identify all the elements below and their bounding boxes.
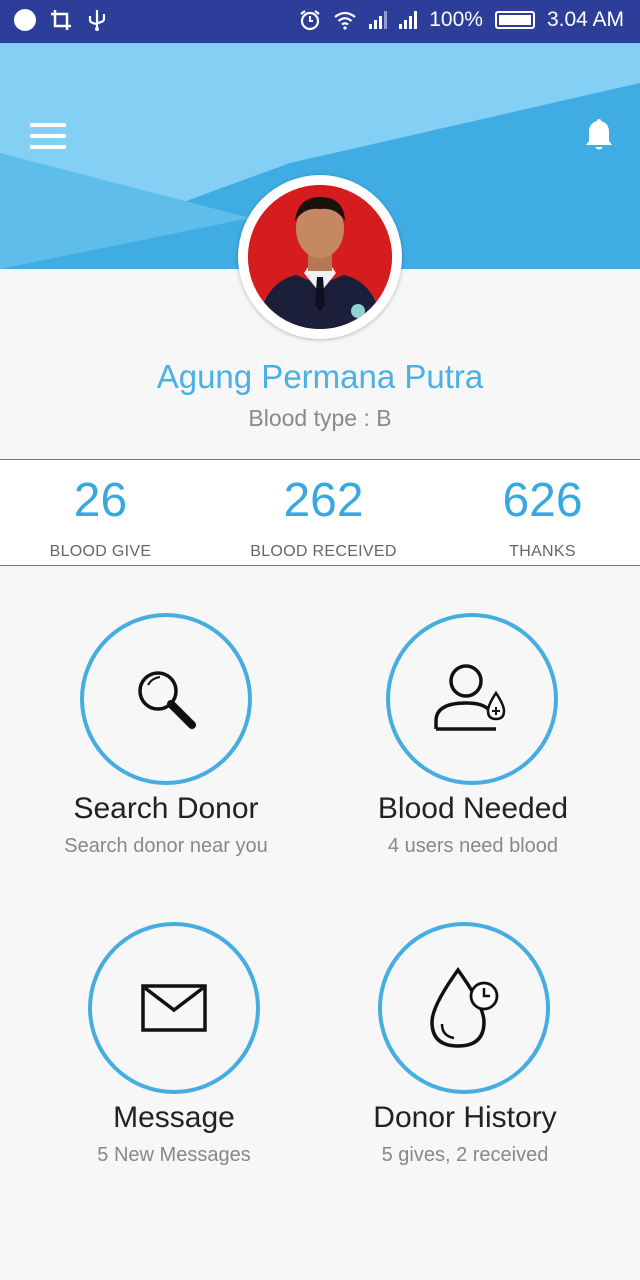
- stat-label: BLOOD GIVE: [49, 543, 152, 560]
- menu-title: Blood Needed: [377, 792, 569, 825]
- message-button[interactable]: [88, 922, 260, 1094]
- crop-icon: [51, 10, 71, 30]
- menu-subtitle: 4 users need blood: [387, 835, 559, 857]
- menu-subtitle: 5 gives, 2 received: [381, 1144, 549, 1166]
- blood-drop-clock-icon: [430, 967, 499, 1048]
- menu-title: Message: [113, 1101, 235, 1134]
- hamburger-menu-icon[interactable]: [30, 123, 66, 149]
- usb-icon: [88, 10, 106, 31]
- avatar[interactable]: [238, 175, 402, 339]
- wifi-icon: [334, 11, 356, 30]
- clock: 3.04 AM: [546, 8, 624, 31]
- blood-needed-button[interactable]: [386, 613, 558, 785]
- stat-label: THANKS: [509, 543, 576, 560]
- alarm-icon: [300, 10, 320, 31]
- menu-subtitle: Search donor near you: [64, 835, 268, 857]
- donor-history-button[interactable]: [378, 922, 550, 1094]
- stat-value: 26: [73, 474, 128, 527]
- notification-dot-icon: [14, 9, 36, 31]
- blood-type: Blood type : B: [248, 405, 392, 431]
- search-donor-button[interactable]: [80, 613, 252, 785]
- profile-photo: [248, 185, 392, 329]
- battery-icon: [494, 11, 535, 29]
- stats-panel: 26 BLOOD GIVE 262 BLOOD RECEIVED 626 THA…: [0, 459, 640, 566]
- signal-icon: [369, 11, 388, 29]
- menu-title: Donor History: [373, 1101, 557, 1134]
- stat-value: 262: [283, 474, 364, 527]
- menu-subtitle: 5 New Messages: [97, 1144, 251, 1166]
- menu-title: Search Donor: [73, 792, 259, 825]
- stat-thanks: 626 THANKS: [436, 460, 640, 561]
- battery-percent: 100%: [429, 8, 483, 31]
- signal-icon: [399, 11, 418, 29]
- status-bar: 100% 3.04 AM: [0, 0, 640, 43]
- stat-blood-give: 26 BLOOD GIVE: [0, 460, 207, 561]
- stat-blood-received: 262 BLOOD RECEIVED: [217, 460, 430, 561]
- envelope-icon: [141, 984, 207, 1032]
- stat-value: 626: [502, 474, 583, 527]
- search-icon: [138, 671, 196, 729]
- profile-name: Agung Permana Putra: [156, 358, 484, 395]
- user-blood-icon: [434, 664, 506, 731]
- stat-label: BLOOD RECEIVED: [250, 543, 397, 560]
- bell-icon[interactable]: [584, 117, 614, 153]
